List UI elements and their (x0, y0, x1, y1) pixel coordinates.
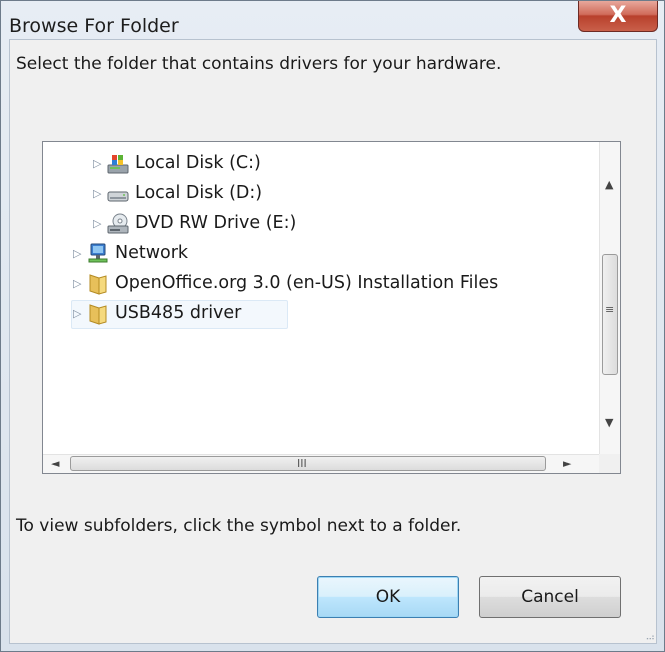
expand-arrow-icon[interactable]: ▷ (93, 218, 105, 230)
scroll-down-icon[interactable]: ▼ (605, 416, 613, 429)
tree-item-label: Local Disk (D:) (135, 183, 263, 203)
expand-arrow-icon[interactable]: ▷ (93, 158, 105, 170)
title-bar[interactable]: Browse For Folder X (1, 1, 664, 39)
tree-item-label: OpenOffice.org 3.0 (en-US) Installation … (115, 273, 499, 293)
expand-arrow-icon[interactable]: ▷ (73, 248, 85, 260)
scroll-left-icon[interactable]: ◄ (51, 457, 59, 470)
resize-grip-icon[interactable]: ⠠⠴ (643, 633, 655, 643)
folder-icon (87, 273, 109, 295)
cancel-button[interactable]: Cancel (479, 576, 621, 618)
tree-content: ▷ Local Disk (C:) ▷ Local Disk (D:) ▷ DV… (43, 142, 599, 455)
tree-item-network[interactable]: ▷ Network (43, 240, 599, 269)
tree-item-dvd-drive[interactable]: ▷ DVD RW Drive (E:) (43, 210, 599, 239)
dvd-drive-icon (107, 213, 129, 235)
window-title: Browse For Folder (9, 15, 179, 37)
folder-icon (87, 303, 109, 325)
horizontal-scroll-thumb[interactable]: III (70, 456, 546, 471)
scrollbar-corner (599, 454, 620, 473)
folder-tree[interactable]: ▷ Local Disk (C:) ▷ Local Disk (D:) ▷ DV… (42, 141, 621, 474)
scroll-right-icon[interactable]: ► (563, 457, 571, 470)
network-icon (87, 243, 109, 265)
tree-item-label: DVD RW Drive (E:) (135, 213, 297, 233)
tree-item-local-disk-c[interactable]: ▷ Local Disk (C:) (43, 150, 599, 179)
windows-drive-icon (107, 153, 129, 175)
vertical-scroll-thumb[interactable]: ≡ (602, 254, 618, 375)
tree-item-usb485-driver[interactable]: ▷ USB485 driver (43, 300, 599, 329)
horizontal-scrollbar[interactable]: ◄ III ► (43, 454, 599, 473)
hard-drive-icon (107, 183, 129, 205)
tree-item-label: Network (115, 243, 189, 263)
expand-arrow-icon[interactable]: ▷ (73, 308, 85, 320)
close-icon: X (609, 3, 627, 28)
expand-arrow-icon[interactable]: ▷ (93, 188, 105, 200)
scroll-up-icon[interactable]: ▲ (605, 178, 613, 191)
tree-item-label: Local Disk (C:) (135, 153, 261, 173)
grip-icon: ≡ (605, 303, 615, 316)
instruction-text: Select the folder that contains drivers … (16, 54, 502, 74)
browse-for-folder-dialog: Browse For Folder X Select the folder th… (0, 0, 665, 652)
vertical-scrollbar[interactable]: ▲ ≡ ▼ (599, 142, 620, 455)
tree-item-label: USB485 driver (115, 303, 242, 323)
tree-item-openoffice-folder[interactable]: ▷ OpenOffice.org 3.0 (en-US) Installatio… (43, 270, 599, 299)
expand-arrow-icon[interactable]: ▷ (73, 278, 85, 290)
close-button[interactable]: X (578, 1, 658, 32)
tree-item-local-disk-d[interactable]: ▷ Local Disk (D:) (43, 180, 599, 209)
grip-icon: III (297, 457, 307, 470)
ok-button[interactable]: OK (317, 576, 459, 618)
hint-text: To view subfolders, click the symbol nex… (16, 516, 462, 536)
